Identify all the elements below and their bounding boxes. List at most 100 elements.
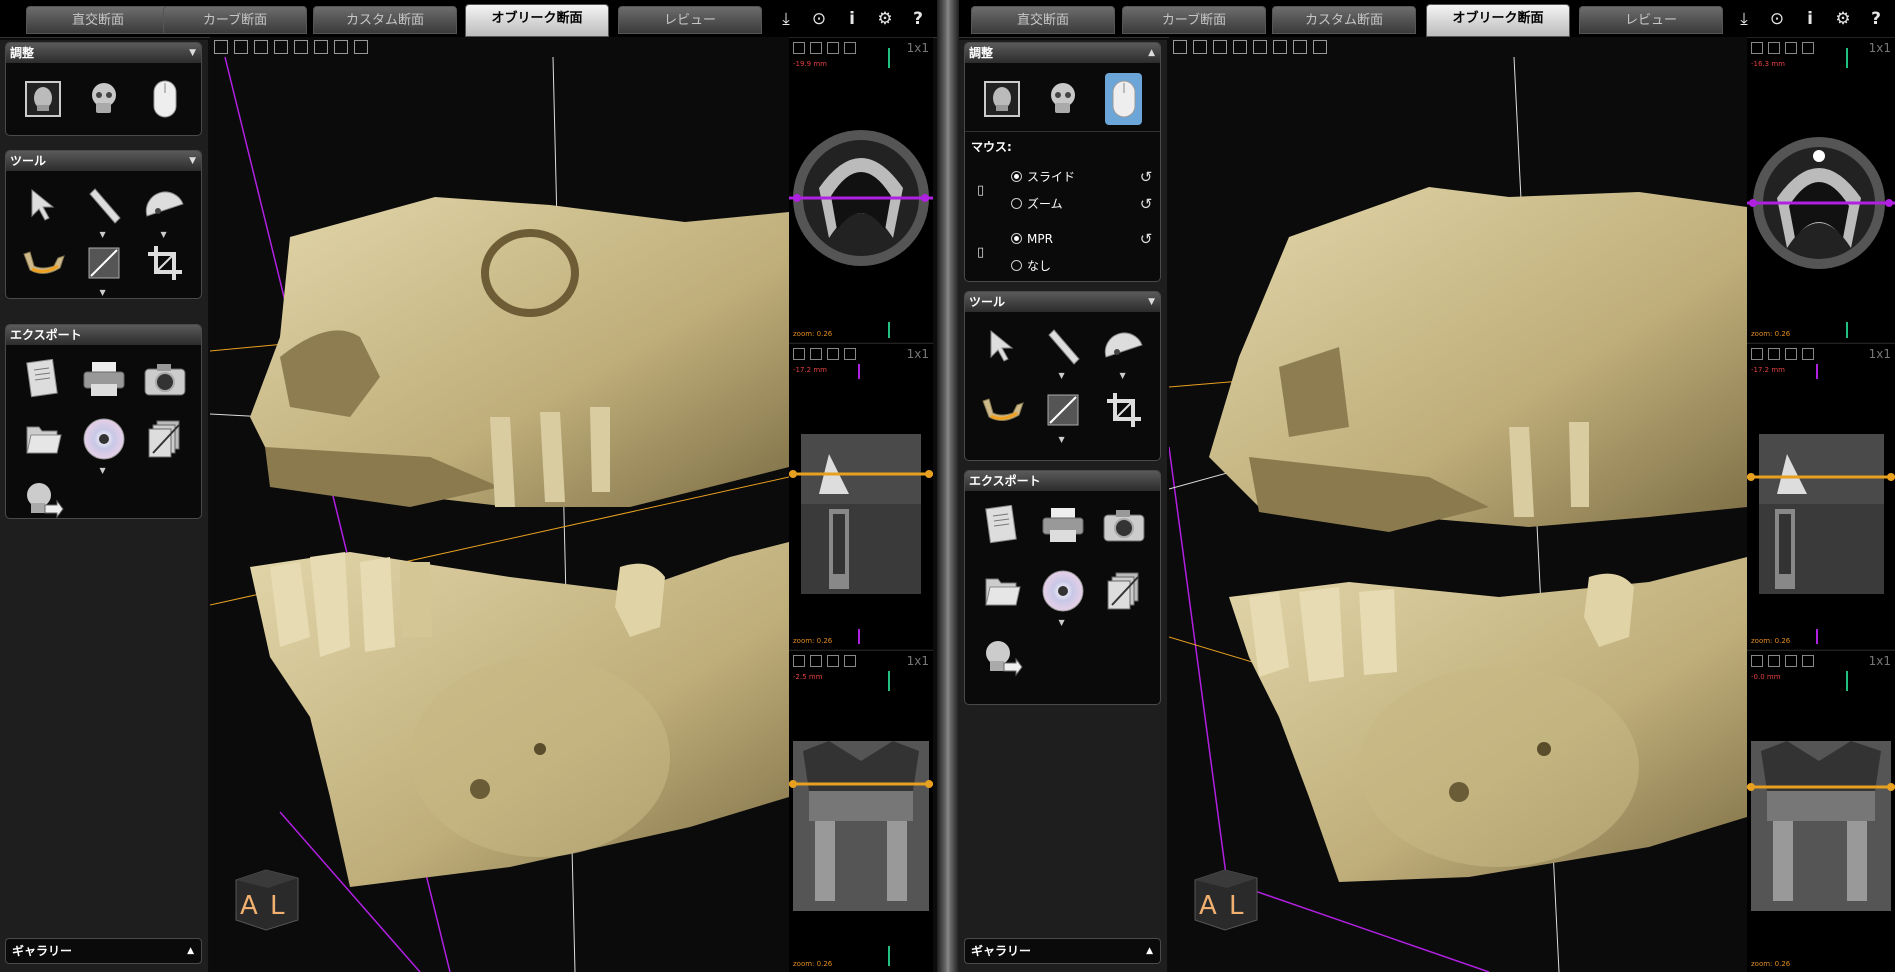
tab-orthogonal[interactable]: 直交断面 xyxy=(26,6,170,34)
tab-custom[interactable]: カスタム断面 xyxy=(1272,6,1416,34)
dropdown-icon[interactable]: ▼ xyxy=(100,466,106,475)
cube-icon[interactable] xyxy=(354,40,368,54)
export-volume-button[interactable] xyxy=(971,631,1032,683)
reset-icon[interactable]: ↺ xyxy=(1138,195,1154,213)
cube-icon[interactable] xyxy=(1293,40,1307,54)
nerve-tool[interactable] xyxy=(12,237,73,289)
dropdown-icon[interactable]: ▼ xyxy=(100,288,106,297)
angle-tool[interactable]: ▼ xyxy=(1093,320,1154,380)
batch-export-button[interactable] xyxy=(1093,565,1154,617)
fit-view-icon[interactable] xyxy=(1768,42,1780,54)
expand-icon[interactable]: ▲ xyxy=(187,939,194,963)
dropdown-icon[interactable]: ▼ xyxy=(1120,371,1126,380)
save-view-icon[interactable] xyxy=(793,655,805,667)
layout-icon[interactable] xyxy=(827,42,839,54)
download-icon[interactable]: ⤓ xyxy=(775,8,797,30)
checkbox-icon[interactable] xyxy=(1802,348,1814,360)
screenshot-button[interactable] xyxy=(134,353,195,405)
gear-icon[interactable]: ⚙ xyxy=(874,8,896,30)
skull-box-button[interactable] xyxy=(12,73,73,125)
save-view-icon[interactable] xyxy=(1751,348,1763,360)
measure-tool[interactable]: ▼ xyxy=(1032,320,1093,380)
report-button[interactable] xyxy=(12,353,73,405)
pointer-tool[interactable] xyxy=(971,320,1032,372)
layout-icon[interactable] xyxy=(1785,655,1797,667)
tab-review[interactable]: レビュー xyxy=(1579,6,1723,34)
collapse-icon[interactable]: ▼ xyxy=(1148,292,1155,312)
collapse-icon[interactable]: ▼ xyxy=(189,151,196,171)
tab-custom[interactable]: カスタム断面 xyxy=(313,6,457,34)
fit-view-icon[interactable] xyxy=(810,655,822,667)
slide-radio[interactable] xyxy=(1011,171,1022,182)
save-view-icon[interactable] xyxy=(1751,655,1763,667)
dropdown-icon[interactable]: ▼ xyxy=(1059,435,1065,444)
dropdown-icon[interactable]: ▼ xyxy=(1059,618,1065,627)
gear-icon[interactable]: ⚙ xyxy=(1832,8,1854,30)
tab-curved[interactable]: カーブ断面 xyxy=(163,6,307,34)
cube-icon[interactable] xyxy=(1273,40,1287,54)
none-radio[interactable] xyxy=(1011,260,1022,271)
coronal-mini-view[interactable]: 1x1 -0.0 mm zoom: 0.26 xyxy=(1747,650,1895,972)
layout-icon[interactable] xyxy=(827,655,839,667)
volume-render-view[interactable]: A L xyxy=(1169,37,1747,972)
info-icon[interactable]: i xyxy=(1799,8,1821,30)
cube-icon[interactable] xyxy=(1253,40,1267,54)
skull-box-button[interactable] xyxy=(971,73,1032,125)
checkbox-icon[interactable] xyxy=(844,348,856,360)
pointer-tool[interactable] xyxy=(12,179,73,231)
skull-3d-button[interactable] xyxy=(73,73,134,125)
help-icon[interactable]: ? xyxy=(907,8,929,30)
target-icon[interactable]: ⊙ xyxy=(1766,8,1788,30)
skull-3d-button[interactable] xyxy=(1032,73,1093,125)
cube-icon[interactable] xyxy=(1233,40,1247,54)
volume-render-view[interactable]: A L xyxy=(210,37,789,972)
open-folder-button[interactable] xyxy=(12,413,73,465)
layout-icon[interactable] xyxy=(1785,42,1797,54)
expand-icon[interactable]: ▲ xyxy=(1146,939,1153,963)
pane-divider[interactable] xyxy=(937,0,959,972)
cube-icon[interactable] xyxy=(294,40,308,54)
reset-icon[interactable]: ↺ xyxy=(1138,168,1154,186)
crop-tool[interactable] xyxy=(1093,384,1154,436)
crop-tool[interactable] xyxy=(134,237,195,289)
mouse-mode-button[interactable] xyxy=(134,73,195,125)
fit-view-icon[interactable] xyxy=(810,348,822,360)
layout-icon[interactable] xyxy=(254,40,268,54)
save-view-icon[interactable] xyxy=(1173,40,1187,54)
layout-icon[interactable] xyxy=(1785,348,1797,360)
sagittal-mini-view[interactable]: 1x1 -17.2 mm zoom: 0.26 xyxy=(1747,343,1895,649)
orientation-cube[interactable]: A L xyxy=(1191,862,1261,936)
tab-orthogonal[interactable]: 直交断面 xyxy=(971,6,1115,34)
burn-disc-button[interactable]: ▼ xyxy=(73,413,134,475)
checkbox-icon[interactable] xyxy=(844,655,856,667)
batch-export-button[interactable] xyxy=(134,413,195,465)
info-icon[interactable]: i xyxy=(841,8,863,30)
reset-icon[interactable]: ↺ xyxy=(1138,230,1154,248)
layout-icon[interactable] xyxy=(1213,40,1227,54)
slice-tool[interactable]: ▼ xyxy=(1032,384,1093,444)
collapse-icon[interactable]: ▲ xyxy=(1148,43,1155,63)
export-volume-button[interactable] xyxy=(12,473,73,525)
save-view-icon[interactable] xyxy=(1751,42,1763,54)
cube-icon[interactable] xyxy=(1313,40,1327,54)
print-button[interactable] xyxy=(1032,499,1093,551)
gallery-bar[interactable]: ギャラリー ▲ xyxy=(964,938,1161,964)
slice-tool[interactable]: ▼ xyxy=(73,237,134,297)
help-icon[interactable]: ? xyxy=(1865,8,1887,30)
nerve-tool[interactable] xyxy=(971,384,1032,436)
axial-mini-view[interactable]: 1x1 -16.3 mm zoom: 0.26 xyxy=(1747,37,1895,342)
orientation-cube[interactable]: A L xyxy=(232,862,302,936)
gallery-bar[interactable]: ギャラリー ▲ xyxy=(5,938,202,964)
download-icon[interactable]: ⤓ xyxy=(1733,8,1755,30)
open-folder-button[interactable] xyxy=(971,565,1032,617)
cube-icon[interactable] xyxy=(274,40,288,54)
save-view-icon[interactable] xyxy=(793,348,805,360)
target-icon[interactable]: ⊙ xyxy=(808,8,830,30)
collapse-icon[interactable]: ▼ xyxy=(189,43,196,63)
cube-icon[interactable] xyxy=(334,40,348,54)
dropdown-icon[interactable]: ▼ xyxy=(1059,371,1065,380)
mpr-radio[interactable] xyxy=(1011,233,1022,244)
zoom-radio[interactable] xyxy=(1011,198,1022,209)
fit-view-icon[interactable] xyxy=(1193,40,1207,54)
fit-view-icon[interactable] xyxy=(1768,348,1780,360)
